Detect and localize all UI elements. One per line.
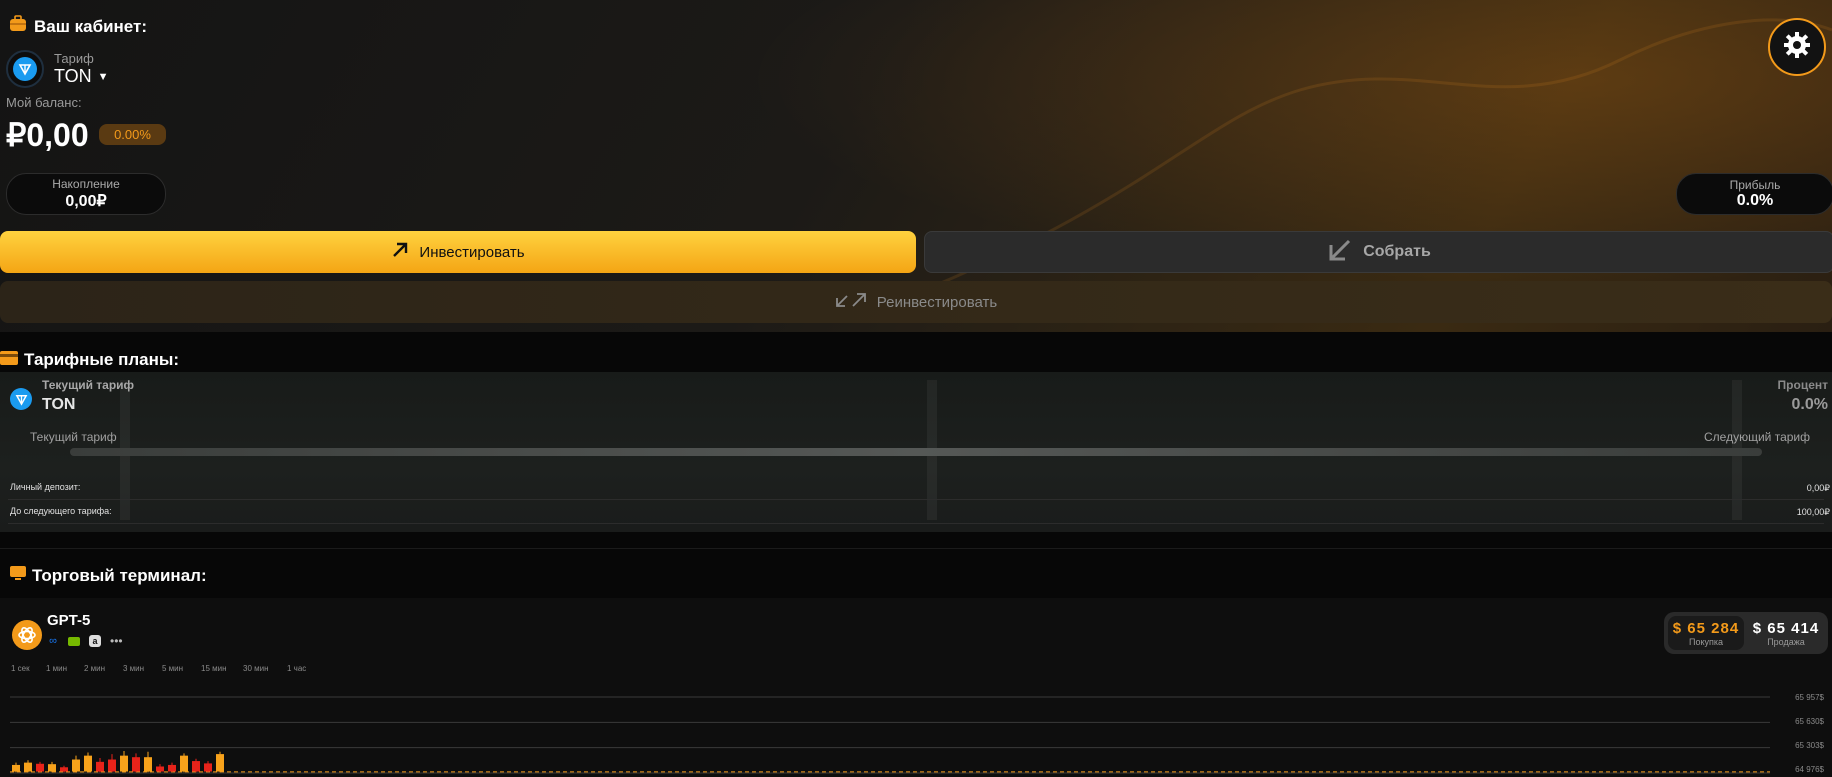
progress-left-label: Текущий тариф [30, 430, 117, 444]
progress-right-label: Следующий тариф [1704, 430, 1810, 444]
candle [180, 755, 188, 772]
candle [216, 754, 224, 772]
invest-button[interactable]: Инвестировать [0, 231, 916, 273]
amazon-icon: a [89, 635, 101, 647]
plans-panel: Текущий тариф TON Процент 0.0% Текущий т… [0, 372, 1832, 532]
candle [36, 763, 44, 772]
gear-icon [1782, 30, 1812, 65]
sell-price: $ 65 414 [1752, 619, 1820, 637]
candle [132, 757, 140, 772]
y-axis-label: 64 976$ [1795, 765, 1824, 774]
credit-card-icon [0, 350, 18, 370]
to-next-tariff-label: До следующего тарифа: [10, 506, 112, 516]
timeframe-30m[interactable]: 30 мин [243, 664, 269, 673]
arrows-diagonal-icon [835, 292, 867, 312]
arrow-up-right-icon [391, 241, 409, 263]
terminal-title: Торговый терминал: [10, 565, 207, 586]
timeframe-1m[interactable]: 1 мин [46, 664, 67, 673]
nvidia-icon [68, 636, 80, 646]
current-tariff-value: TON [42, 396, 76, 413]
candle [204, 763, 212, 772]
asset-name: GPT-5 [47, 612, 91, 629]
reinvest-label: Реинвестировать [876, 293, 998, 311]
buy-price: $ 65 284 [1672, 619, 1740, 637]
invest-label: Инвестировать [419, 243, 525, 261]
candle [168, 764, 176, 772]
candle [96, 761, 104, 772]
candle [120, 755, 128, 772]
arrow-down-left-icon [1327, 237, 1353, 268]
meta-icon: ∞ [49, 635, 57, 647]
collect-button[interactable]: Собрать [924, 231, 1832, 273]
candle [108, 759, 116, 772]
row-divider [8, 499, 1824, 500]
candle [144, 757, 152, 772]
row-divider [8, 523, 1824, 524]
plans-title-text: Тарифные планы: [24, 350, 180, 369]
sell-price-cell[interactable]: $ 65 414 Продажа [1748, 616, 1824, 650]
candle [72, 759, 80, 772]
reinvest-button[interactable]: Реинвестировать [0, 281, 1832, 323]
candle [84, 755, 92, 772]
candle [156, 766, 164, 772]
candle [48, 764, 56, 772]
percent-label: Процент [1777, 378, 1828, 392]
profit-label: Прибыль [1729, 178, 1781, 192]
more-icon[interactable]: ••• [110, 634, 123, 648]
timeframe-3m[interactable]: 3 мин [123, 664, 144, 673]
timeframe-15m[interactable]: 15 мин [201, 664, 227, 673]
collect-label: Собрать [1363, 243, 1431, 260]
tariff-progress-bar [70, 448, 1762, 456]
balance-value: ₽0,00 [6, 117, 89, 153]
timeframe-1s[interactable]: 1 сек [11, 664, 30, 673]
candle [192, 761, 200, 772]
timeframe-2m[interactable]: 2 мин [84, 664, 105, 673]
balance-label: Мой баланс: [6, 95, 82, 110]
tariff-selector[interactable]: Тариф TON ▼ [6, 50, 109, 88]
buy-label: Покупка [1688, 636, 1724, 647]
sell-label: Продажа [1767, 636, 1805, 647]
section-divider [0, 548, 1832, 549]
asset-sources: ∞ a ••• [47, 634, 123, 648]
y-axis-label: 65 630$ [1795, 717, 1824, 726]
personal-deposit-label: Личный депозит: [10, 482, 81, 492]
candle [60, 767, 68, 772]
cabinet-title: Ваш кабинет: [8, 14, 147, 39]
candle [12, 764, 20, 772]
y-axis-label: 65 303$ [1795, 741, 1824, 750]
percent-value: 0.0% [1791, 396, 1828, 413]
terminal-title-text: Торговый терминал: [32, 565, 207, 585]
candle [24, 762, 32, 772]
personal-deposit-value: 0,00₽ [1806, 483, 1830, 493]
current-tariff-label: Текущий тариф [42, 378, 135, 392]
accumulation-pill: Накопление 0,00₽ [6, 173, 166, 215]
ton-icon [10, 388, 32, 410]
tariff-label: Тариф [54, 51, 94, 66]
profit-pill: Прибыль 0.0% [1676, 173, 1832, 215]
price-chart[interactable] [0, 677, 1832, 777]
timeframe-1h[interactable]: 1 час [287, 664, 306, 673]
monitor-icon [10, 565, 26, 586]
settings-button[interactable] [1768, 18, 1826, 76]
openai-icon [12, 620, 42, 650]
accumulation-label: Накопление [52, 177, 120, 191]
to-next-tariff-value: 100,00₽ [1796, 507, 1830, 517]
price-box: $ 65 284 Покупка $ 65 414 Продажа [1664, 612, 1828, 654]
cabinet-title-text: Ваш кабинет: [34, 16, 148, 36]
profit-value: 0.0% [1736, 192, 1774, 209]
ton-icon [6, 50, 44, 88]
buy-price-cell[interactable]: $ 65 284 Покупка [1668, 616, 1744, 650]
tariff-value: TON [54, 66, 92, 86]
timeframe-5m[interactable]: 5 мин [162, 664, 183, 673]
balance-percent-badge: 0.00% [99, 124, 166, 145]
plans-title: Тарифные планы: [0, 350, 179, 370]
accumulation-value: 0,00₽ [65, 193, 107, 210]
y-axis-label: 65 957$ [1795, 693, 1824, 702]
chevron-down-icon[interactable]: ▼ [98, 71, 109, 83]
briefcase-icon [8, 14, 28, 39]
